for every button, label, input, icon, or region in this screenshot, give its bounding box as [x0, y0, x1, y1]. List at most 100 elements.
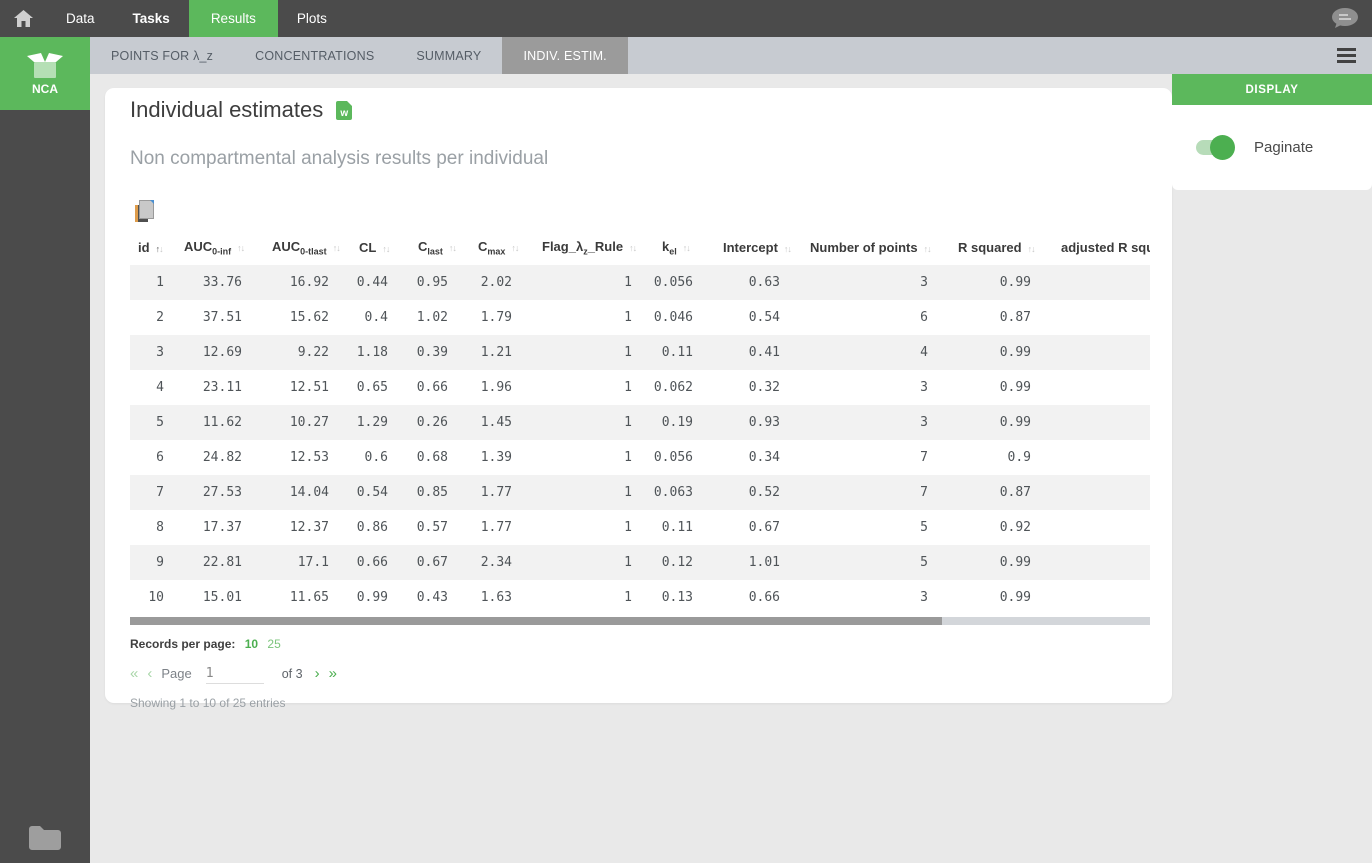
sort-icon[interactable]: ↑↓ [449, 243, 457, 253]
table-cell: 1 [624, 379, 632, 395]
paginate-toggle[interactable] [1196, 135, 1235, 160]
table-cell: 0.93 [748, 414, 780, 430]
table-cell: 5 [920, 554, 928, 570]
column-header[interactable]: R squared ↑↓ [944, 231, 1047, 265]
column-header[interactable]: Flag_λz_Rule ↑↓ [528, 231, 648, 265]
package-box-icon [27, 52, 63, 78]
table-cell: 0.99 [999, 414, 1031, 430]
column-header[interactable]: id ↑↓ [130, 231, 170, 265]
column-header[interactable]: Clast ↑↓ [404, 231, 464, 265]
column-header[interactable]: adjusted R squ [1047, 231, 1150, 265]
sort-icon[interactable]: ↑↓ [784, 244, 792, 254]
table-cell: 1 [624, 414, 632, 430]
table-cell: 10.27 [289, 414, 329, 430]
table-cell: 4 [156, 379, 164, 395]
table-cell: 0.54 [748, 309, 780, 325]
copy-table-button[interactable] [135, 200, 155, 223]
table-cell: 0.66 [416, 379, 448, 395]
horizontal-scrollbar[interactable] [130, 616, 1150, 625]
table-cell: 0.66 [748, 589, 780, 605]
subtab-concentrations[interactable]: CONCENTRATIONS [234, 37, 395, 74]
page-number-input[interactable] [205, 663, 264, 684]
table-cell: 0.43 [416, 589, 448, 605]
table-cell: 1.63 [480, 589, 512, 605]
copy-icon-front-page [139, 200, 154, 219]
page-title: Individual estimates [130, 97, 324, 122]
column-header[interactable]: Intercept ↑↓ [709, 231, 796, 265]
table-cell [1047, 265, 1150, 300]
sort-icon[interactable]: ↑↓ [382, 244, 390, 254]
table-cell: 12.53 [289, 449, 329, 465]
showing-entries-label: Showing 1 to 10 of 25 entries [130, 695, 286, 710]
subtab-points-for-lambda-z[interactable]: POINTS FOR λ_z [90, 37, 234, 74]
feedback-button[interactable] [1329, 0, 1372, 37]
table-cell: 1.39 [480, 449, 512, 465]
tab-data[interactable]: Data [47, 0, 114, 37]
table-cell: 8 [156, 519, 164, 535]
prev-page-button[interactable]: ‹ [147, 666, 152, 681]
sort-icon[interactable]: ↑↓ [924, 244, 932, 254]
table-cell: 3 [920, 414, 928, 430]
column-header[interactable]: Number of points ↑↓ [796, 231, 944, 265]
table-cell: 0.4 [364, 309, 388, 325]
folder-icon [29, 826, 61, 850]
table-cell: 0.39 [416, 344, 448, 360]
table-cell: 0.11 [661, 344, 693, 360]
table-cell: 0.32 [748, 379, 780, 395]
sort-icon[interactable]: ↑↓ [511, 243, 519, 253]
table-cell [1047, 370, 1150, 405]
sidebar-item-nca[interactable]: NCA [0, 37, 90, 110]
tab-tasks[interactable]: Tasks [114, 0, 189, 37]
last-page-button[interactable]: » [329, 666, 337, 681]
sort-icon[interactable]: ↑↓ [683, 243, 691, 253]
table-row: 4 23.11 12.51 0.65 0.66 1.96 1 0.062 0.32 3 0.99 [130, 370, 1150, 405]
export-word-icon[interactable]: w [336, 100, 353, 120]
first-page-button[interactable]: « [130, 666, 138, 681]
sort-icon[interactable]: ↑↓ [333, 243, 341, 253]
sort-icon[interactable]: ↑↓ [629, 243, 637, 253]
tab-results[interactable]: Results [188, 0, 278, 37]
table-cell: 7 [156, 484, 164, 500]
menu-icon [1337, 48, 1356, 51]
table-cell: 22.81 [202, 554, 242, 570]
next-page-button[interactable]: › [315, 666, 320, 681]
table-row: 2 37.51 15.62 0.4 1.02 1.79 1 0.046 0.54 6 0.87 [130, 300, 1150, 335]
table-cell: 3 [920, 589, 928, 605]
table-cell: 11.65 [289, 589, 329, 605]
project-label: NCA [32, 81, 58, 96]
subtab-indiv-estim[interactable]: INDIV. ESTIM. [502, 37, 628, 74]
table-cell: 0.92 [999, 519, 1031, 535]
table-cell: 0.87 [999, 484, 1031, 500]
column-header[interactable]: AUC0-tlast ↑↓ [258, 231, 345, 265]
table-cell: 0.87 [999, 309, 1031, 325]
column-header[interactable]: Cmax ↑↓ [464, 231, 528, 265]
project-browser-button[interactable] [0, 824, 90, 851]
sort-icon[interactable]: ↑↓ [156, 244, 164, 254]
table-cell: 1 [624, 309, 632, 325]
sort-icon[interactable]: ↑↓ [237, 243, 245, 253]
sort-icon[interactable]: ↑↓ [1028, 244, 1036, 254]
column-header[interactable]: kel ↑↓ [648, 231, 709, 265]
records-option-25[interactable]: 25 [267, 637, 280, 651]
page-label: Page [161, 666, 192, 682]
table-cell: 1.02 [416, 309, 448, 325]
table-cell [1047, 440, 1150, 475]
subtab-summary[interactable]: SUMMARY [395, 37, 502, 74]
records-per-page: Records per page: 10 25 [130, 637, 1149, 651]
sub-nav-spacer [628, 37, 1337, 74]
menu-button[interactable] [1337, 45, 1356, 66]
table-cell: 1.96 [480, 379, 512, 395]
page-subtitle: Non compartmental analysis results per i… [130, 148, 549, 169]
table-cell: 1.79 [480, 309, 512, 325]
page-count-label: of 3 [281, 666, 303, 681]
tab-plots[interactable]: Plots [278, 0, 346, 37]
scrollbar-thumb[interactable] [130, 616, 942, 625]
table-cell: 0.65 [356, 379, 388, 395]
column-header[interactable]: CL ↑↓ [345, 231, 404, 265]
table-cell: 0.54 [356, 484, 388, 500]
table-cell: 0.52 [748, 484, 780, 500]
column-header[interactable]: AUC0-inf ↑↓ [170, 231, 258, 265]
table-cell: 27.53 [202, 484, 242, 500]
records-option-10[interactable]: 10 [245, 637, 258, 651]
home-button[interactable] [0, 0, 47, 37]
